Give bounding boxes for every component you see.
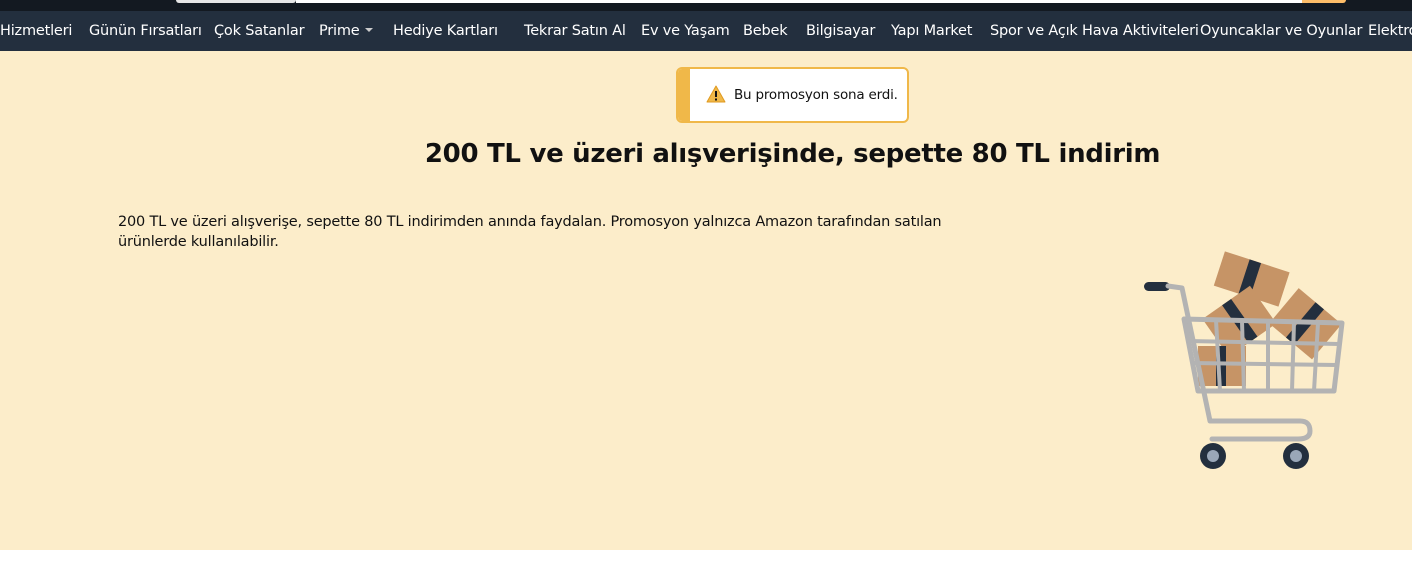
alert-accent-stripe (678, 69, 690, 121)
promo-ended-alert: Bu promosyon sona erdi. (676, 67, 909, 123)
search-button[interactable] (1302, 0, 1346, 3)
nav-item-bilgisayar[interactable]: Bilgisayar (806, 11, 875, 51)
nav-item-gunun-firsatlari[interactable]: Günün Fırsatları (89, 11, 202, 51)
warning-icon (706, 85, 726, 103)
promo-content: Bu promosyon sona erdi. 200 TL ve üzeri … (0, 51, 1412, 550)
nav-item-yapi-market[interactable]: Yapı Market (891, 11, 972, 51)
nav-item-tekrar-satin-al[interactable]: Tekrar Satın Al (524, 11, 626, 51)
promo-description: 200 TL ve üzeri alışverişe, sepette 80 T… (118, 214, 942, 250)
nav-item-hizmetleri[interactable]: Hizmetleri (0, 11, 72, 51)
nav-item-prime-label: Prime (319, 23, 360, 39)
nav-item-oyuncaklar[interactable]: Oyuncaklar ve Oyunlar (1200, 11, 1362, 51)
promo-title: 200 TL ve üzeri alışverişinde, sepette 8… (424, 139, 1161, 169)
search-input[interactable] (296, 0, 1302, 3)
nav-item-prime[interactable]: Prime (319, 11, 373, 51)
nav-item-spor[interactable]: Spor ve Açık Hava Aktiviteleri (990, 11, 1199, 51)
top-header-strip (0, 0, 1412, 11)
nav-item-cok-satanlar[interactable]: Çok Satanlar (214, 11, 305, 51)
caret-down-icon (364, 28, 373, 32)
alert-message: Bu promosyon sona erdi. (734, 87, 898, 103)
nav-item-elektronik[interactable]: Elektronik (1368, 11, 1412, 51)
nav-item-hediye-kartlari[interactable]: Hediye Kartları (393, 11, 498, 51)
nav-item-bebek[interactable]: Bebek (743, 11, 788, 51)
search-category-dropdown[interactable] (176, 0, 296, 3)
nav-bar: Hizmetleri Günün Fırsatları Çok Satanlar… (0, 11, 1412, 51)
shopping-cart-illustration (1144, 251, 1345, 469)
nav-item-ev-ve-yasam[interactable]: Ev ve Yaşam (641, 11, 730, 51)
